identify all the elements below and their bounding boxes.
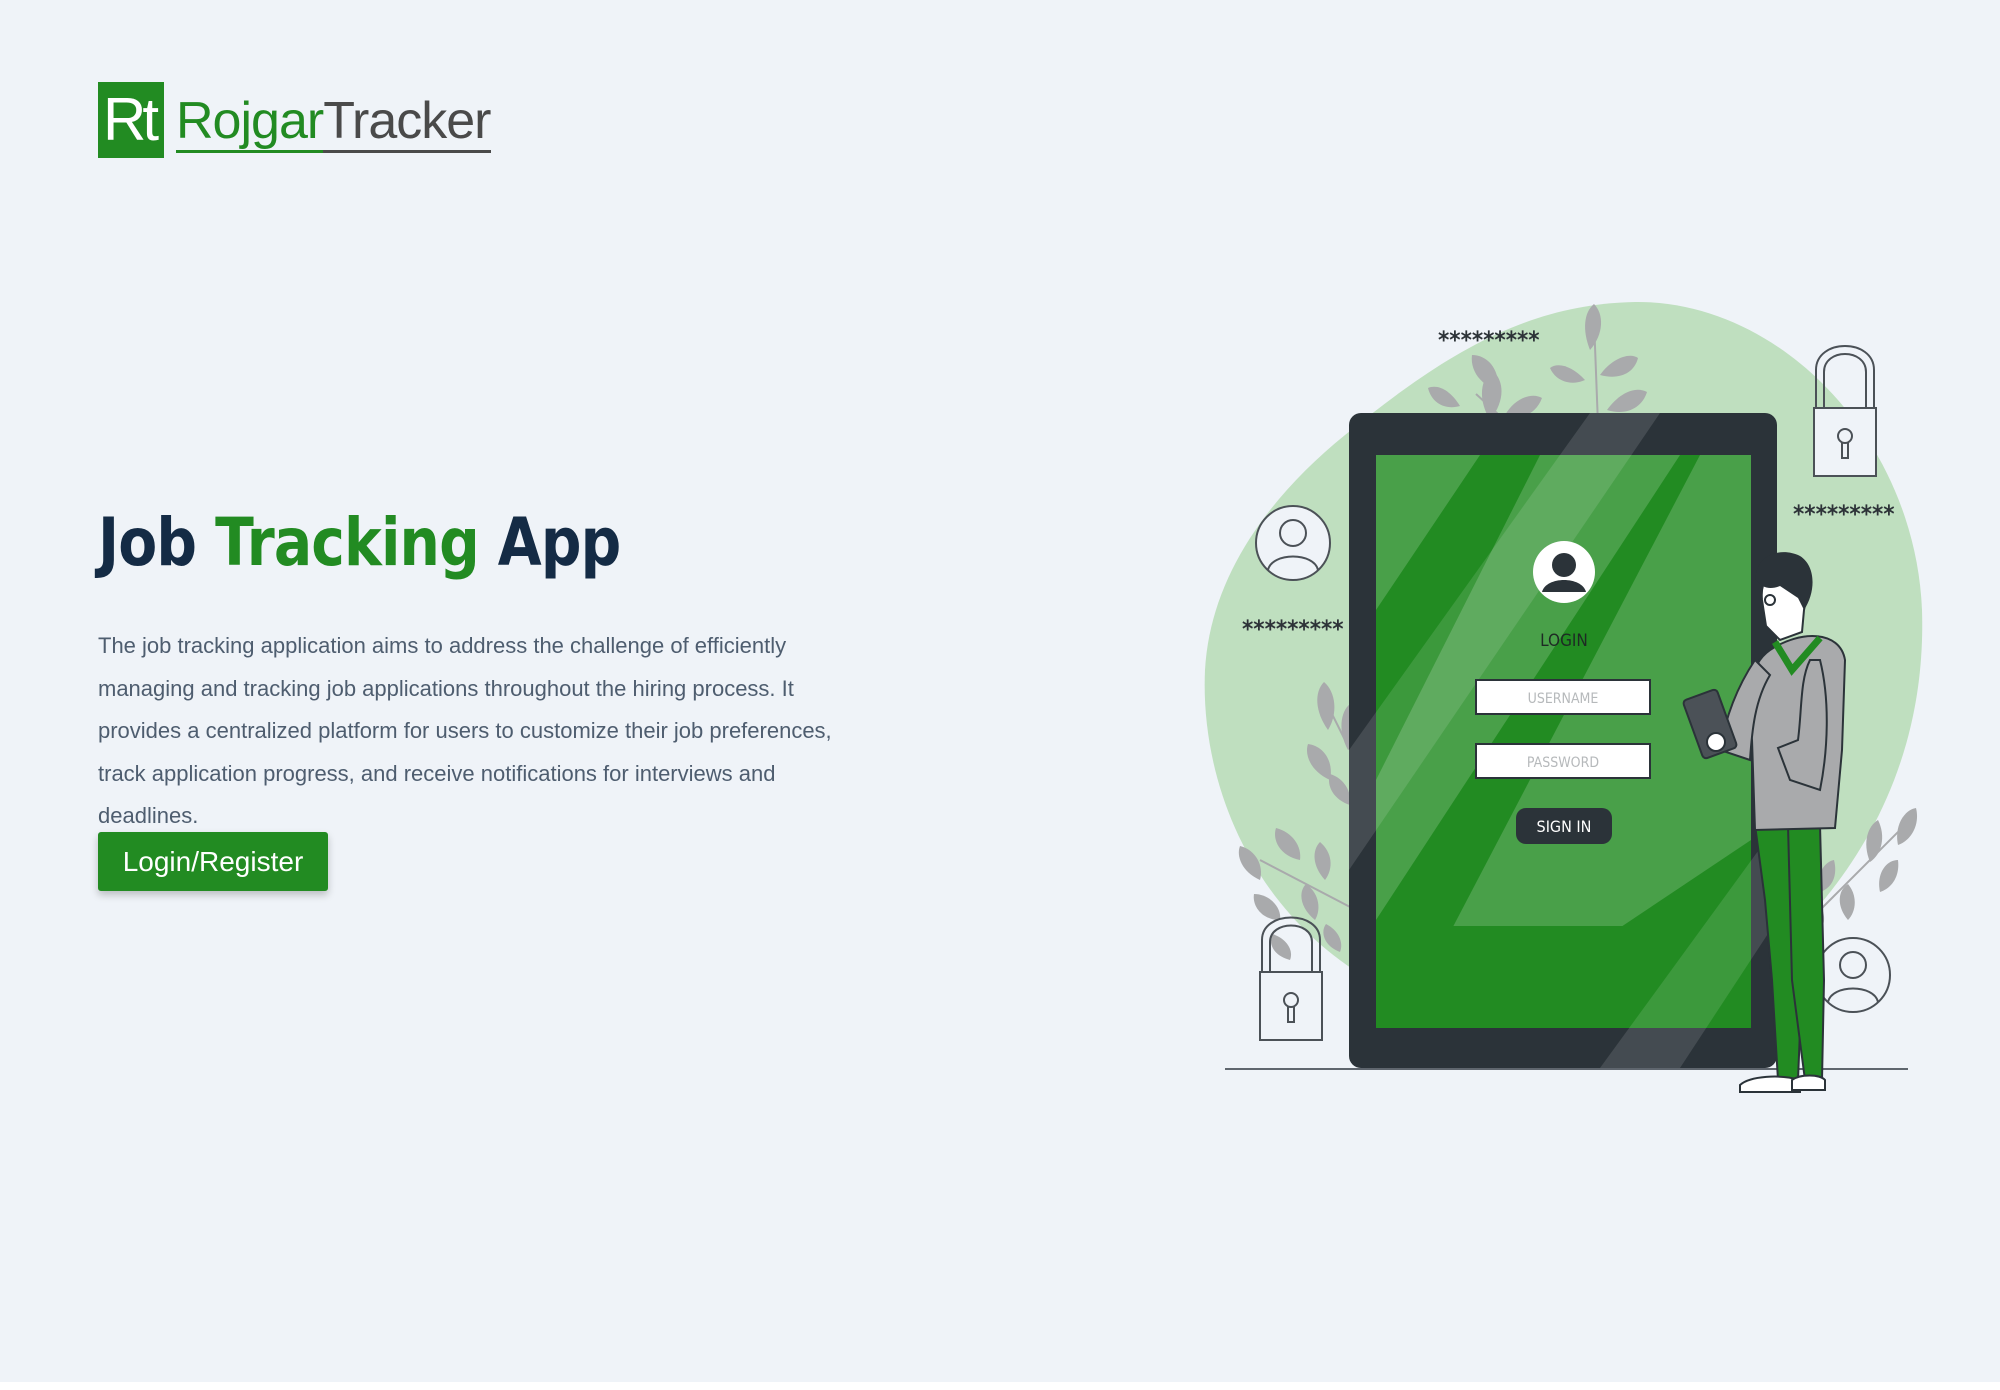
- hero-description: The job tracking application aims to add…: [98, 633, 832, 828]
- login-register-button[interactable]: Login/Register: [98, 832, 328, 891]
- password-mask-3: *********: [1242, 615, 1344, 643]
- screen-username-placeholder: USERNAME: [1528, 691, 1599, 707]
- bottom-band: [0, 1382, 2000, 1390]
- hero-title-part3: App: [497, 504, 621, 581]
- brand-name-part2: Tracker: [323, 92, 492, 153]
- login-illustration: ********* ********* ********* LOGIN USER…: [1180, 280, 1940, 1130]
- hero-title-accent: Tracking: [215, 504, 480, 581]
- screen-login-heading: LOGIN: [1540, 631, 1588, 651]
- brand-logo-mark: Rt: [98, 82, 164, 158]
- login-illustration-svg: ********* ********* ********* LOGIN USER…: [1204, 301, 1923, 1093]
- brand-logo[interactable]: Rt RojgarTracker: [98, 82, 492, 160]
- password-mask-2: *********: [1793, 500, 1895, 528]
- screen-password-placeholder: PASSWORD: [1527, 755, 1599, 771]
- brand-wordmark: RojgarTracker: [176, 91, 492, 155]
- brand-name-part1: Rojgar: [176, 92, 324, 153]
- screen-signin-label: SIGN IN: [1537, 817, 1592, 836]
- user-avatar-icon: [1255, 505, 1331, 581]
- password-mask-1: *********: [1438, 326, 1540, 354]
- landing-page: Rt RojgarTracker Job Tracking App The jo…: [0, 0, 2000, 1390]
- hero-title: Job Tracking App: [98, 500, 621, 586]
- hero-title-part1: Job: [98, 504, 197, 581]
- lock-icon: [1813, 345, 1877, 477]
- user-avatar-icon: [1815, 937, 1891, 1013]
